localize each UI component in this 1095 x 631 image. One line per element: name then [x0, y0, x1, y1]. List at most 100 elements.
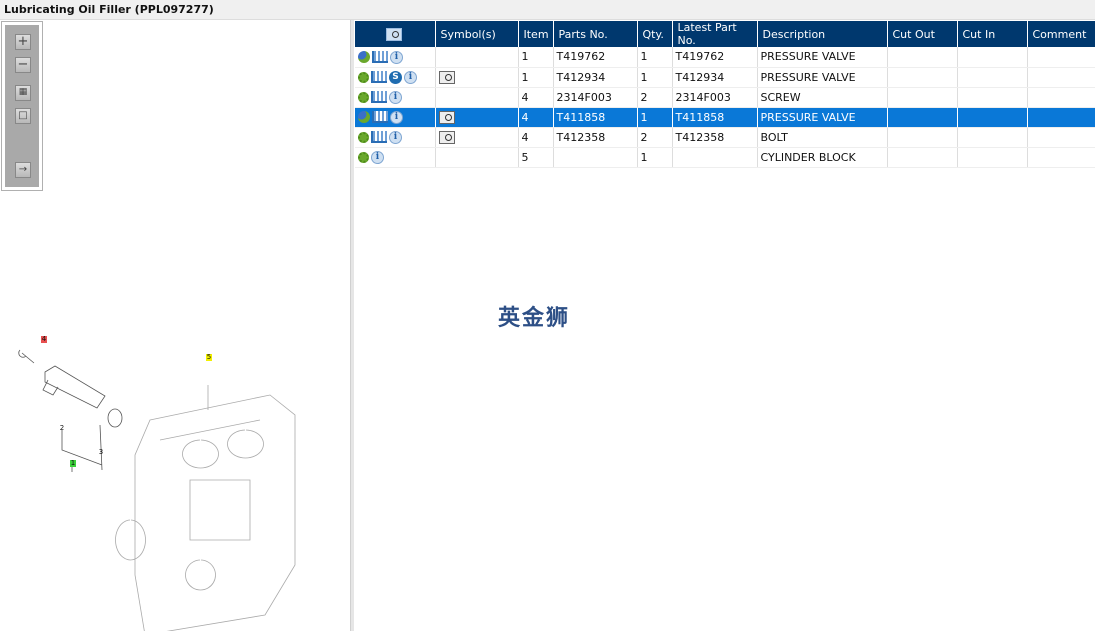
exploded-diagram	[18, 349, 296, 631]
row-icons: i	[355, 47, 436, 68]
column-header[interactable]: Description	[757, 21, 888, 47]
table-row[interactable]: i 5 1 CYLINDER BLOCK	[355, 147, 1095, 168]
column-header[interactable]: Latest Part No.	[672, 21, 758, 47]
qty-cell: 1	[637, 107, 673, 128]
symbol-cell	[435, 87, 519, 108]
symbol-cell	[435, 147, 519, 168]
description-cell: BOLT	[757, 127, 888, 148]
qty-cell: 1	[637, 47, 673, 68]
parts-table: Symbol(s) Item Parts No. Qty. Latest Part No…	[355, 21, 1095, 168]
cut-in-cell	[957, 127, 1028, 148]
gear-icon[interactable]	[358, 131, 369, 143]
row-icons: i	[355, 127, 436, 148]
fit-all-button[interactable]: ▦	[15, 85, 31, 101]
description-cell: SCREW	[757, 87, 888, 108]
diagram-panel[interactable]: 4 5 1 2 3	[0, 20, 350, 631]
callout-1[interactable]: 1	[70, 460, 76, 467]
item-cell: 1	[518, 67, 554, 88]
part-no-cell: 2314F003	[553, 87, 638, 108]
info-icon[interactable]: i	[389, 90, 402, 104]
book-search-icon[interactable]	[438, 130, 455, 144]
item-cell: 5	[518, 147, 554, 168]
header-search-icon-column[interactable]	[355, 21, 436, 47]
item-cell: 4	[518, 127, 554, 148]
item-cell: 4	[518, 107, 554, 128]
info-icon[interactable]: i	[404, 70, 417, 84]
column-header[interactable]: Cut Out	[887, 21, 958, 47]
column-header[interactable]: Parts No.	[553, 21, 638, 47]
search-parts-icon[interactable]	[385, 27, 402, 41]
oring-drawing	[107, 408, 123, 428]
cart-icon[interactable]	[371, 71, 387, 84]
latest-part-cell	[672, 147, 758, 168]
table-row[interactable]: i 4 T411858 1 T411858 PRESSURE VALVE	[355, 107, 1095, 128]
toggle-panel-button[interactable]: →	[15, 162, 31, 178]
zoom-out-button[interactable]: −	[15, 57, 31, 73]
description-cell: CYLINDER BLOCK	[757, 147, 888, 168]
zoom-in-button[interactable]: +	[15, 34, 31, 50]
column-header[interactable]: Cut In	[957, 21, 1028, 47]
cart-icon[interactable]	[371, 91, 387, 104]
table-row[interactable]: i 1 T419762 1 T419762 PRESSURE VALVE	[355, 47, 1095, 68]
fit-window-button[interactable]: □	[15, 108, 31, 124]
gear-icon[interactable]	[358, 91, 369, 103]
cart-icon[interactable]	[372, 51, 388, 63]
row-icons: Si	[355, 67, 436, 88]
gear-icon[interactable]	[358, 151, 369, 163]
gears-icon[interactable]	[358, 111, 370, 124]
qty-cell: 2	[637, 87, 673, 108]
info-icon[interactable]: i	[390, 50, 403, 64]
description-cell: PRESSURE VALVE	[757, 47, 888, 68]
callout-2[interactable]: 2	[59, 425, 65, 432]
comment-cell	[1027, 127, 1095, 148]
table-header: Symbol(s) Item Parts No. Qty. Latest Part No…	[355, 21, 1095, 47]
part-no-cell: T419762	[553, 47, 638, 68]
info-icon[interactable]: i	[371, 150, 384, 164]
s-icon[interactable]: S	[389, 70, 402, 84]
callout-4[interactable]: 4	[41, 336, 47, 343]
table-row[interactable]: i 4 T412358 2 T412358 BOLT	[355, 127, 1095, 148]
column-header[interactable]: Comment	[1027, 21, 1095, 47]
watermark: 英金狮	[498, 306, 571, 331]
callout-5[interactable]: 5	[206, 354, 212, 361]
bolt-drawing	[18, 349, 35, 364]
latest-part-cell: T412358	[672, 127, 758, 148]
callout-3[interactable]: 3	[98, 449, 104, 456]
part-no-cell: T412358	[553, 127, 638, 148]
part-no-cell: T411858	[553, 107, 638, 128]
comment-cell	[1027, 147, 1095, 168]
column-header[interactable]: Item	[518, 21, 554, 47]
info-icon[interactable]: i	[390, 110, 403, 124]
window-title: Lubricating Oil Filler (PPL097277)	[0, 0, 1095, 20]
comment-cell	[1027, 87, 1095, 108]
column-header[interactable]: Qty.	[637, 21, 673, 47]
symbol-cell	[435, 47, 519, 68]
cut-out-cell	[887, 127, 958, 148]
table-row[interactable]: Si 1 T412934 1 T412934 PRESSURE VALVE	[355, 67, 1095, 88]
cut-out-cell	[887, 87, 958, 108]
panel-splitter[interactable]	[350, 20, 354, 631]
table-row[interactable]: i 4 2314F003 2 2314F003 SCREW	[355, 87, 1095, 108]
book-search-icon[interactable]	[438, 110, 455, 124]
cart-icon[interactable]	[372, 111, 388, 124]
view-toolbox: + − ▦ □ →	[1, 21, 43, 191]
symbol-cell	[435, 107, 519, 128]
column-header[interactable]: Symbol(s)	[435, 21, 519, 47]
latest-part-cell: 2314F003	[672, 87, 758, 108]
item-cell: 4	[518, 87, 554, 108]
qty-cell: 1	[637, 67, 673, 88]
latest-part-cell: T412934	[672, 67, 758, 88]
comment-cell	[1027, 47, 1095, 68]
book-search-icon[interactable]	[438, 70, 455, 84]
gears-icon[interactable]	[358, 51, 370, 63]
cylinder-block-drawing	[115, 385, 296, 631]
cart-icon[interactable]	[371, 131, 387, 144]
row-icons: i	[355, 107, 436, 128]
cut-in-cell	[957, 147, 1028, 168]
comment-cell	[1027, 67, 1095, 88]
info-icon[interactable]: i	[389, 130, 402, 144]
cut-out-cell	[887, 147, 958, 168]
qty-cell: 1	[637, 147, 673, 168]
latest-part-cell: T411858	[672, 107, 758, 128]
gear-icon[interactable]	[358, 71, 369, 83]
